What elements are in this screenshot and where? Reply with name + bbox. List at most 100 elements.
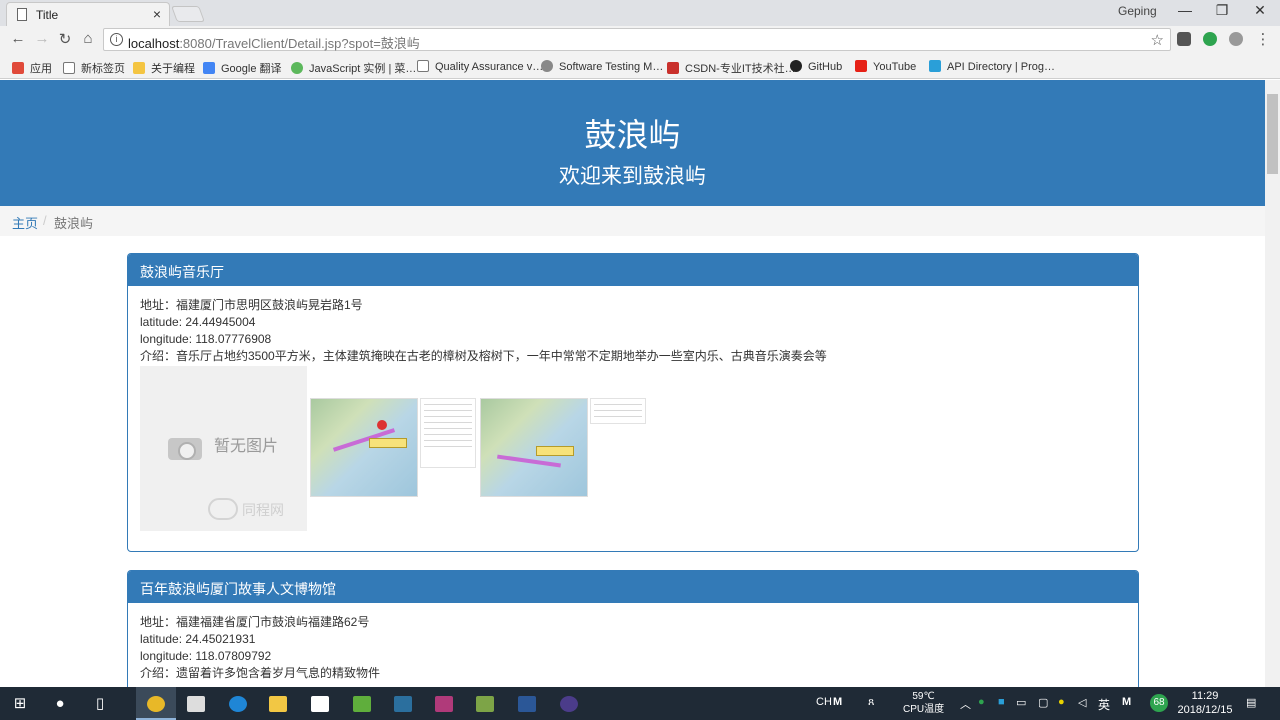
- tray-app-icon[interactable]: ■: [998, 696, 1005, 708]
- bookmark-javascript[interactable]: JavaScript 实例 | 菜…: [291, 60, 416, 76]
- word-taskbar-icon[interactable]: [507, 687, 547, 720]
- ime-mode-icon[interactable]: M: [833, 696, 842, 708]
- edge-taskbar-icon[interactable]: [218, 687, 258, 720]
- wechat-icon[interactable]: ●: [978, 696, 985, 708]
- action-center-icon[interactable]: ▤: [1246, 696, 1256, 709]
- app-taskbar-icon[interactable]: [342, 687, 382, 720]
- youtube-icon: [855, 60, 867, 72]
- back-button[interactable]: ←: [8, 30, 28, 47]
- explorer-taskbar-icon[interactable]: [258, 687, 298, 720]
- bookmark-youtube[interactable]: YouTube: [855, 60, 916, 73]
- page-scrollbar[interactable]: [1265, 80, 1280, 687]
- address-bar[interactable]: i localhost:8080/TravelClient/Detail.jsp…: [103, 28, 1171, 51]
- chrome-taskbar-icon[interactable]: [136, 687, 176, 720]
- network-icon[interactable]: ▢: [1038, 696, 1048, 709]
- bookmark-programming[interactable]: 关于编程: [133, 60, 195, 76]
- start-button[interactable]: ⊞: [0, 687, 40, 720]
- evernote-icon[interactable]: [1203, 32, 1217, 46]
- runoob-icon: [291, 62, 303, 74]
- browser-tabstrip: Title × Geping — ❐ ✕: [0, 0, 1280, 26]
- notification-badge[interactable]: 68: [1150, 694, 1168, 712]
- camera-icon: [168, 438, 202, 460]
- bookmark-newtab[interactable]: 新标签页: [63, 60, 125, 76]
- page-title: 鼓浪屿: [584, 117, 681, 153]
- app-taskbar-icon[interactable]: [383, 687, 423, 720]
- windows-taskbar: ⊞ ● ▯ CH M ጸ 59℃ CPU温度 ︿ ● ■ ▭ ▢ ● ◁ 英 M…: [0, 687, 1280, 720]
- ime-mode-icon[interactable]: M: [1122, 696, 1131, 708]
- volume-icon[interactable]: ◁: [1078, 696, 1086, 709]
- tab-close-button[interactable]: ×: [153, 6, 161, 22]
- spot-title: 百年鼓浪屿厦门故事人文博物馆: [128, 571, 1138, 603]
- forward-button[interactable]: →: [32, 30, 52, 47]
- extension-icon[interactable]: [1229, 32, 1243, 46]
- bookmark-csdn[interactable]: CSDN-专业IT技术社…: [667, 60, 796, 76]
- spot-images: 暂无图片 同程网: [140, 366, 1126, 536]
- apps-grid-icon: [12, 62, 24, 74]
- profile-name[interactable]: Geping: [1118, 4, 1157, 18]
- home-button[interactable]: ⌂: [78, 30, 98, 47]
- breadcrumb: 主页 / 鼓浪屿: [0, 206, 1265, 236]
- minimize-button[interactable]: —: [1170, 2, 1200, 18]
- folder-icon: [133, 62, 145, 74]
- intellij-taskbar-icon[interactable]: [424, 687, 464, 720]
- page-subtitle: 欢迎来到鼓浪屿: [559, 165, 706, 188]
- cortana-icon[interactable]: ●: [40, 687, 80, 720]
- map-image[interactable]: [480, 398, 588, 497]
- close-window-button[interactable]: ✕: [1245, 2, 1275, 19]
- ime-language[interactable]: 英: [1098, 696, 1110, 713]
- bookmark-software-testing[interactable]: Software Testing M…: [541, 60, 663, 73]
- browser-tab[interactable]: Title ×: [6, 2, 170, 26]
- bookmarks-bar: 应用 新标签页 关于编程 Google 翻译 JavaScript 实例 | 菜…: [0, 54, 1280, 79]
- tray-app-icon[interactable]: ●: [1058, 696, 1065, 708]
- task-view-icon[interactable]: ▯: [80, 687, 120, 720]
- page-icon: [63, 62, 75, 74]
- map-image[interactable]: [310, 398, 418, 497]
- keyboard-icon[interactable]: ▭: [1016, 696, 1026, 709]
- route-list-image[interactable]: [590, 398, 646, 424]
- spot-address: 地址：福建福建省厦门市鼓浪屿福建路62号: [140, 615, 370, 629]
- reload-button[interactable]: ↻: [55, 30, 75, 48]
- app-taskbar-icon[interactable]: [465, 687, 505, 720]
- ime-ch-indicator[interactable]: CH: [816, 696, 832, 708]
- mail-taskbar-icon[interactable]: [176, 687, 216, 720]
- spot-latitude: latitude: 24.45021931: [140, 632, 256, 646]
- spot-panel: 百年鼓浪屿厦门故事人文博物馆 地址：福建福建省厦门市鼓浪屿福建路62号 lati…: [127, 570, 1139, 687]
- page-icon: [17, 8, 27, 21]
- map-label: [369, 437, 408, 448]
- eclipse-taskbar-icon[interactable]: [549, 687, 589, 720]
- bookmark-api-directory[interactable]: API Directory | Prog…: [929, 60, 1055, 73]
- extension-shield-icon[interactable]: [1177, 32, 1191, 46]
- browser-toolbar: ← → ↻ ⌂ i localhost:8080/TravelClient/De…: [0, 26, 1280, 54]
- people-icon[interactable]: ጸ: [868, 696, 874, 709]
- page-icon: [417, 60, 429, 72]
- watermark-logo-icon: [208, 498, 238, 520]
- cpu-temperature[interactable]: 59℃ CPU温度: [903, 690, 944, 716]
- spot-title: 鼓浪屿音乐厅: [128, 254, 1138, 286]
- bookmark-qa[interactable]: Quality Assurance v…: [417, 60, 543, 73]
- spot-intro: 介绍：遗留着许多饱含着岁月气息的精致物件: [140, 666, 381, 680]
- chrome-menu-icon[interactable]: ⋮: [1253, 30, 1273, 48]
- breadcrumb-home-link[interactable]: 主页: [12, 213, 38, 232]
- jumbotron: 鼓浪屿 欢迎来到鼓浪屿: [0, 80, 1265, 206]
- new-tab-button[interactable]: [171, 6, 205, 22]
- bookmark-google-translate[interactable]: Google 翻译: [203, 60, 282, 76]
- system-clock[interactable]: 11:29 2018/12/15: [1176, 689, 1234, 717]
- spot-longitude: longitude: 118.07776908: [140, 332, 272, 346]
- route-list-image[interactable]: [420, 398, 476, 468]
- scrollbar-thumb[interactable]: [1267, 94, 1278, 174]
- store-taskbar-icon[interactable]: [300, 687, 340, 720]
- bookmark-star-icon[interactable]: ☆: [1151, 31, 1164, 49]
- bookmark-apps[interactable]: 应用: [12, 60, 52, 76]
- api-icon: [929, 60, 941, 72]
- bookmark-github[interactable]: GitHub: [790, 60, 842, 73]
- restore-button[interactable]: ❐: [1207, 2, 1237, 19]
- no-image-text: 暂无图片: [214, 438, 279, 455]
- no-image-placeholder: 暂无图片 同程网: [140, 366, 307, 531]
- spot-longitude: longitude: 118.07809792: [140, 649, 272, 663]
- route-line: [496, 454, 561, 468]
- csdn-icon: [667, 62, 679, 74]
- info-icon[interactable]: i: [110, 33, 123, 46]
- show-hidden-icons-icon[interactable]: ︿: [960, 696, 971, 712]
- map-pin-icon: [376, 420, 387, 431]
- breadcrumb-separator: /: [43, 213, 47, 228]
